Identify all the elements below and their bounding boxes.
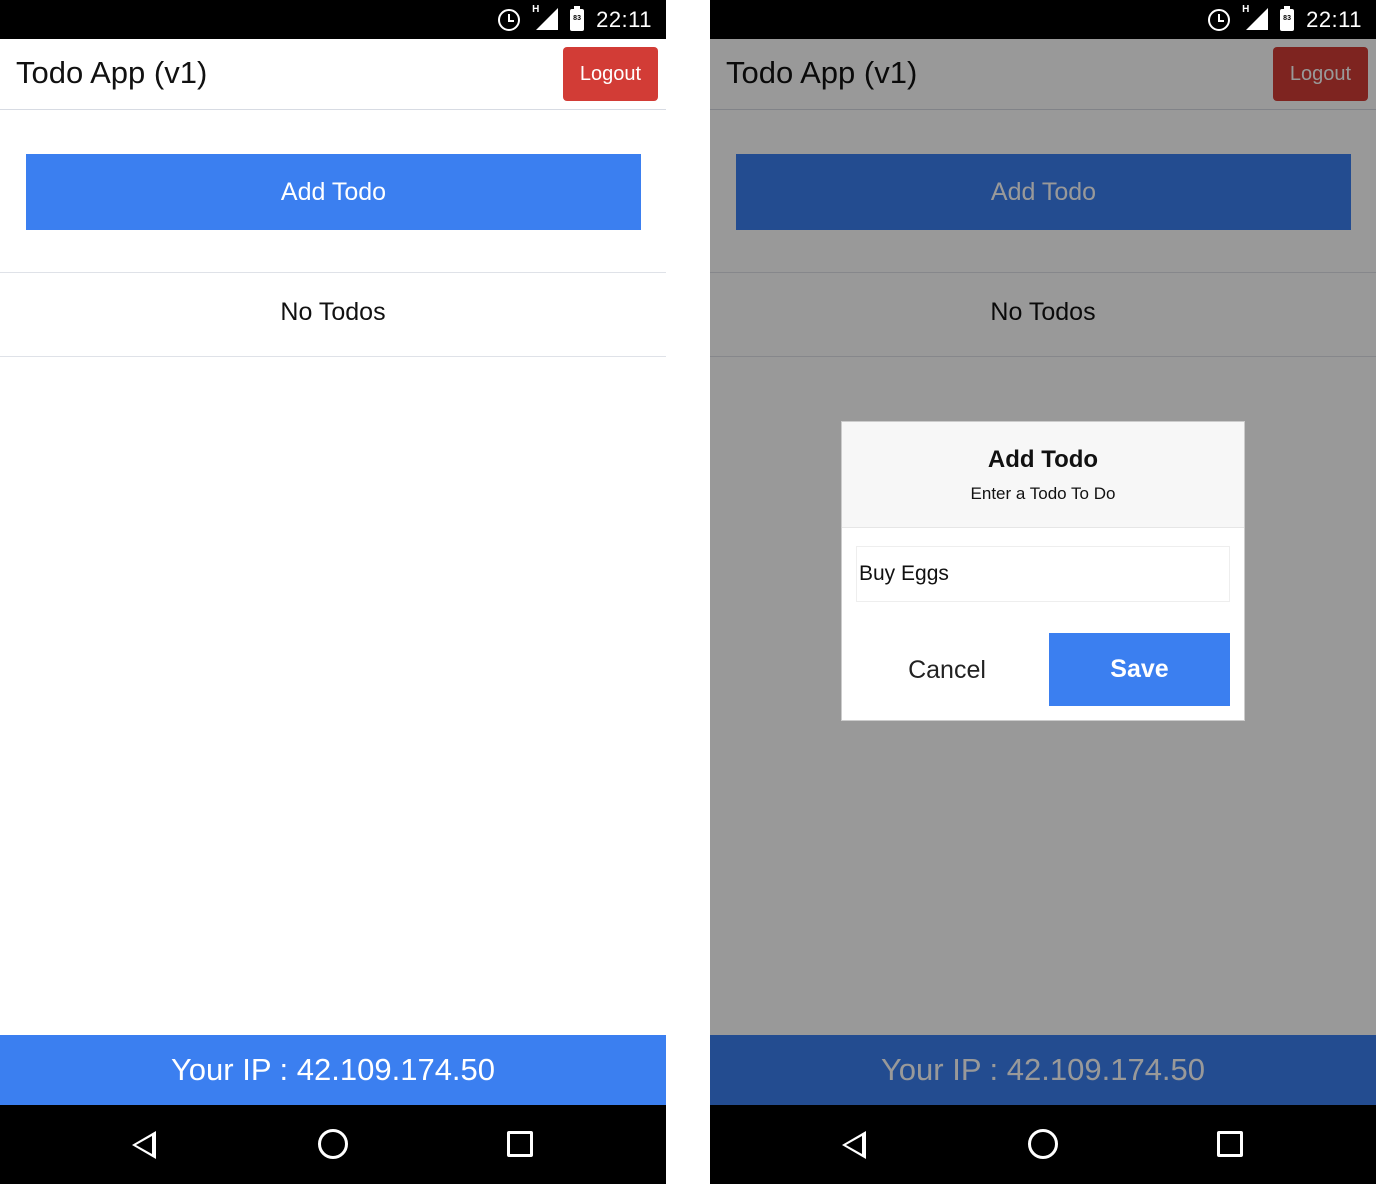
alarm-icon [498, 9, 521, 31]
add-todo-dialog: Add Todo Enter a Todo To Do Buy Eggs Can… [841, 421, 1245, 721]
empty-todos-message: No Todos [280, 298, 386, 326]
todo-input[interactable]: Buy Eggs [856, 546, 1230, 602]
signal-icon: H [532, 4, 559, 32]
divider [0, 272, 666, 273]
dialog-title: Add Todo [987, 446, 1099, 473]
status-time: 22:11 [1306, 7, 1362, 32]
battery-icon: 83 [1280, 6, 1295, 31]
todo-input-value: Buy Eggs [859, 562, 949, 585]
home-icon[interactable] [1028, 1129, 1058, 1159]
phone-screen-main: H 83 22:11 Todo App (v1) Logout Add Todo… [0, 0, 666, 1184]
add-todo-button[interactable]: Add Todo [26, 154, 641, 230]
cancel-button[interactable]: Cancel [872, 634, 1022, 706]
phone-screen-dialog: H 83 22:11 Todo App (v1) Logout Add Todo… [710, 0, 1376, 1184]
battery-level: 83 [1283, 15, 1291, 22]
status-icons: H 83 22:11 [1208, 4, 1362, 35]
logout-button[interactable]: Logout [563, 47, 658, 101]
dialog-header: Add Todo Enter a Todo To Do [842, 422, 1244, 528]
ip-footer: Your IP : 42.109.174.50 [0, 1035, 666, 1105]
back-icon[interactable] [132, 1131, 156, 1159]
status-bar: H 83 22:11 [0, 0, 666, 39]
system-nav-bar [0, 1105, 666, 1184]
signal-icon: H [1242, 4, 1269, 32]
status-icons: H 83 22:11 [498, 4, 652, 35]
recents-icon[interactable] [1217, 1131, 1243, 1157]
home-icon[interactable] [318, 1129, 348, 1159]
battery-icon: 83 [570, 6, 585, 31]
app-header: Todo App (v1) Logout [0, 39, 666, 110]
alarm-icon [1208, 9, 1231, 31]
recents-icon[interactable] [507, 1131, 533, 1157]
system-nav-bar [710, 1105, 1376, 1184]
status-time: 22:11 [596, 7, 652, 32]
back-icon[interactable] [842, 1131, 866, 1159]
save-button[interactable]: Save [1049, 633, 1230, 706]
dialog-message: Enter a Todo To Do [970, 484, 1116, 503]
battery-level: 83 [573, 15, 581, 22]
status-bar: H 83 22:11 [710, 0, 1376, 39]
ip-footer-text: Your IP : 42.109.174.50 [170, 1052, 496, 1087]
app-title: Todo App (v1) [16, 55, 208, 90]
divider [0, 356, 666, 357]
